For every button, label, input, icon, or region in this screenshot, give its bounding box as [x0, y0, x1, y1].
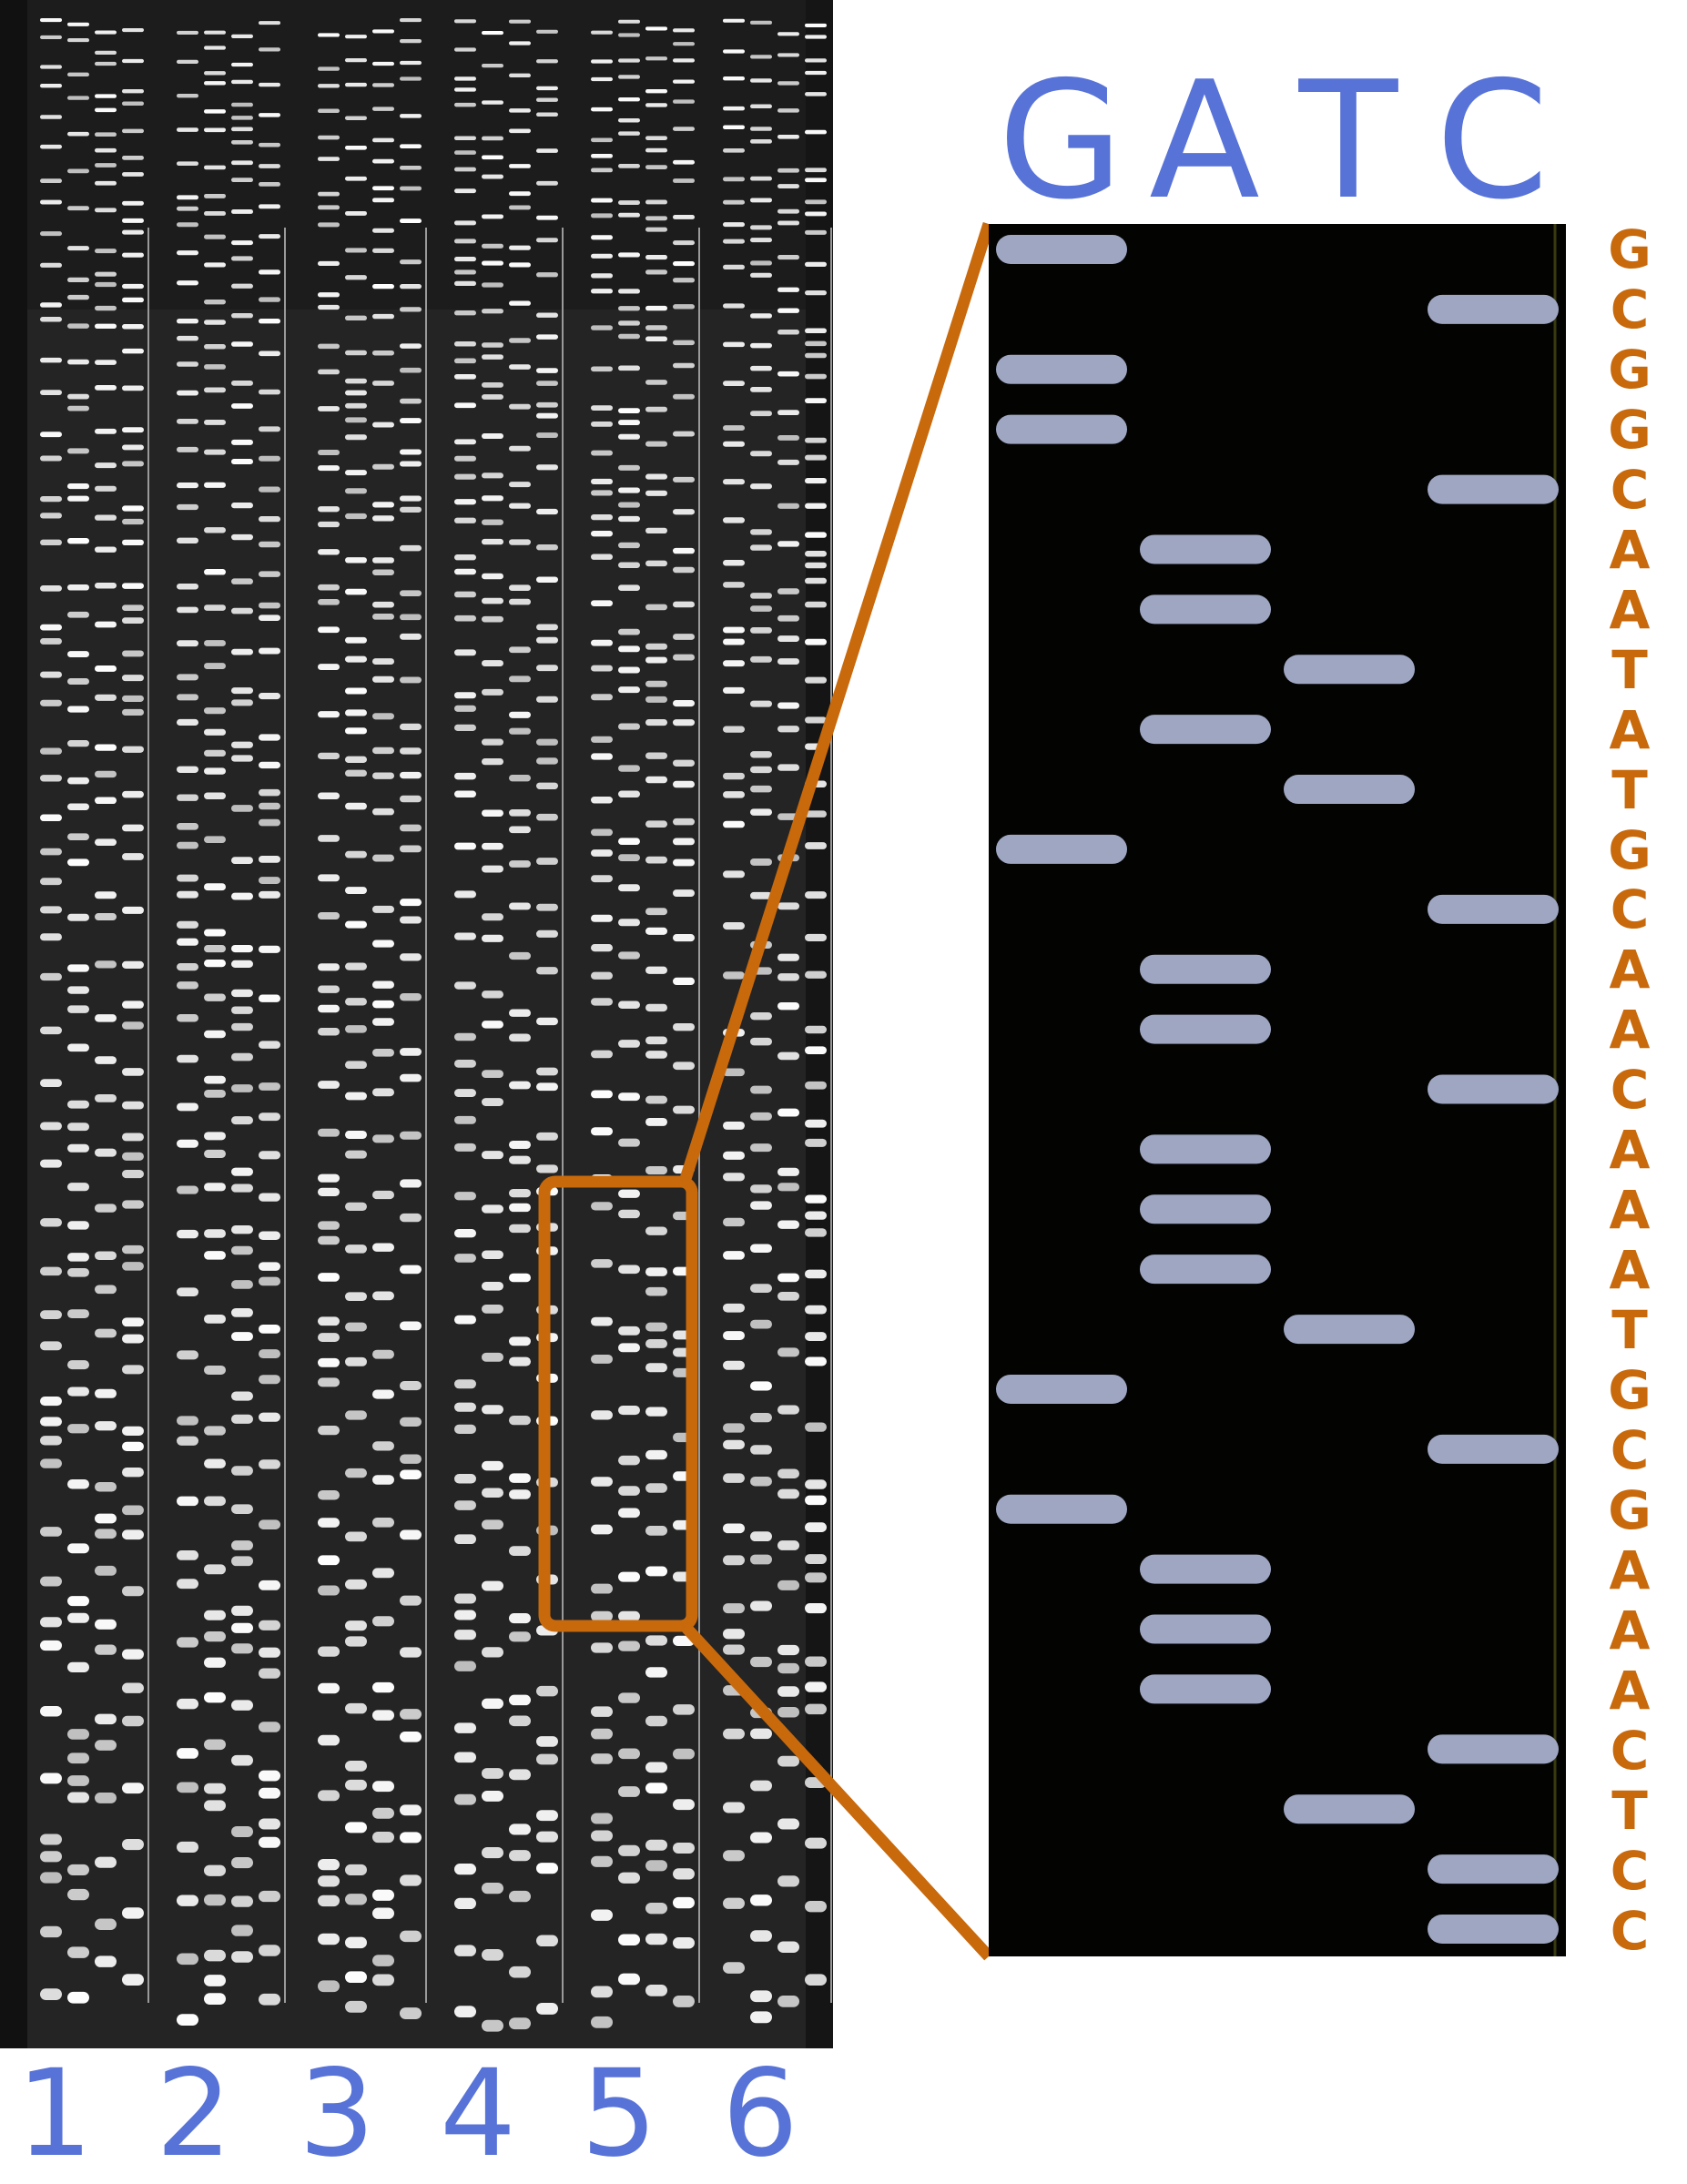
sequence-base: A [1609, 1539, 1651, 1601]
sequence-base: T [1611, 1779, 1648, 1842]
sequence-base: C [1610, 458, 1650, 521]
base-column-headers: G A T C [989, 55, 1566, 228]
sequence-base: C [1610, 1419, 1650, 1482]
sequence-base: G [1608, 338, 1651, 401]
sequence-base: A [1609, 1119, 1651, 1182]
zoomed-band [1428, 1734, 1559, 1764]
zoomed-band [1140, 1194, 1271, 1224]
zoomed-band [1284, 1794, 1415, 1824]
sequence-base: G [1608, 1479, 1651, 1542]
sequence-base: C [1610, 278, 1650, 340]
zoomed-band [996, 1374, 1127, 1404]
zoomed-band [1140, 954, 1271, 984]
zoomed-band [1140, 1255, 1271, 1285]
sequence-base: A [1609, 939, 1651, 1001]
zoomed-band [996, 354, 1127, 384]
sequence-base: G [1608, 218, 1651, 280]
zoomed-band [1428, 1854, 1559, 1884]
zoomed-band [1428, 474, 1559, 504]
sequence-base: T [1611, 638, 1648, 701]
sequence-base: C [1610, 879, 1650, 941]
sequence-base: A [1609, 1179, 1651, 1242]
zoomed-band [996, 1494, 1127, 1524]
column-header-a: A [1149, 46, 1260, 235]
sequence-base: G [1608, 398, 1651, 461]
sequence-base: A [1609, 1239, 1651, 1302]
zoomed-band [1284, 775, 1415, 805]
zoomed-band [1140, 594, 1271, 625]
sequence-base: A [1609, 999, 1651, 1062]
zoomed-band [1428, 1434, 1559, 1464]
sequence-base: C [1610, 1839, 1650, 1902]
sequence-base: A [1609, 1659, 1651, 1722]
sequence-base: C [1610, 1899, 1650, 1962]
column-header-t: T [1298, 46, 1398, 235]
sequence-base: A [1609, 578, 1651, 641]
zoomed-band [1140, 1554, 1271, 1584]
sequence-base: G [1608, 818, 1651, 881]
zoomed-band [996, 235, 1127, 264]
zoomed-band [1428, 1074, 1559, 1104]
sequence-base: T [1611, 758, 1648, 821]
zoom-line-bottom [680, 1621, 993, 1961]
zoomed-band [1428, 294, 1559, 324]
column-header-g: G [998, 46, 1123, 235]
zoomed-band [996, 414, 1127, 444]
zoomed-band [1140, 1614, 1271, 1644]
zoomed-band [1140, 1674, 1271, 1704]
sequence-base: G [1608, 1359, 1651, 1422]
zoomed-band [1284, 1315, 1415, 1345]
zoomed-band [1140, 715, 1271, 745]
sequence-base: A [1609, 518, 1651, 581]
zoomed-band [1140, 1134, 1271, 1164]
sequence-base: C [1610, 1059, 1650, 1122]
zoomed-band [1140, 1014, 1271, 1044]
zoom-box [538, 1175, 698, 1632]
read-sequence: GCGGCAATATGCAACAAATGCGAAACTCC [1584, 218, 1675, 1962]
zoomed-band [1140, 534, 1271, 564]
zoomed-band [1284, 655, 1415, 685]
sequence-base: A [1609, 698, 1651, 761]
zoomed-band [1428, 894, 1559, 924]
zoomed-gel-panel [989, 224, 1566, 1956]
sequence-base: C [1610, 1719, 1650, 1782]
zoom-line-top [678, 222, 995, 1183]
zoomed-band [1428, 1915, 1559, 1944]
zoomed-band [996, 834, 1127, 864]
zoomed-band-ladder [996, 224, 1559, 1956]
column-header-c: C [1435, 46, 1550, 235]
sequence-base: A [1609, 1599, 1651, 1661]
sequence-base: T [1611, 1299, 1648, 1362]
